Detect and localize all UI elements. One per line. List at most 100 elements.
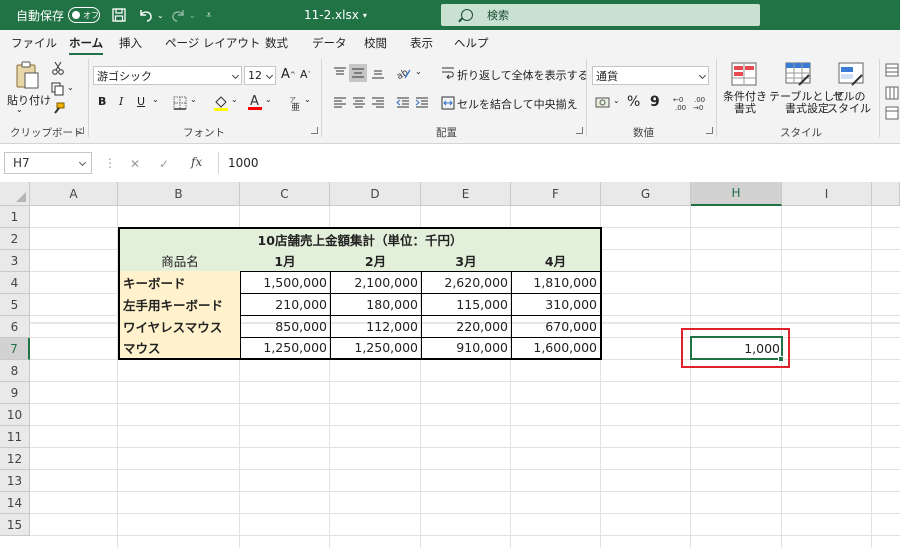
row-header-7[interactable]: 7 (0, 338, 30, 360)
table-header-cell[interactable]: 4月 (511, 249, 602, 272)
table-cell[interactable]: 1,810,000 (511, 271, 602, 294)
paste-button[interactable]: 貼り付け (7, 92, 51, 108)
align-right-icon[interactable] (371, 97, 385, 112)
column-header-d[interactable]: D (330, 182, 421, 206)
row-header-3[interactable]: 3 (0, 250, 30, 272)
paste-dropdown-icon[interactable]: ⌄ (16, 105, 23, 114)
row-header-5[interactable]: 5 (0, 294, 30, 316)
conditional-formatting-button[interactable]: 条件付き 書式 (723, 91, 767, 115)
tab-data[interactable]: データ (312, 35, 347, 51)
search-box[interactable]: 検索 (441, 4, 760, 26)
font-size-dropdown[interactable]: 12 (244, 66, 276, 85)
table-cell[interactable]: 850,000 (240, 315, 331, 338)
underline-button[interactable]: U (137, 95, 145, 108)
format-as-table-icon[interactable] (785, 62, 811, 89)
align-top-icon[interactable] (333, 67, 347, 82)
table-cell[interactable]: 670,000 (511, 315, 602, 338)
table-header-cell[interactable]: 3月 (421, 249, 512, 272)
row-header-11[interactable]: 11 (0, 426, 30, 448)
column-header-c[interactable]: C (240, 182, 330, 206)
worksheet-grid[interactable]: A B C D E F G H I 1 2 3 4 5 6 7 8 9 10 11 12 13 14 15 10店舗売上金額集計… (0, 182, 900, 548)
more-options-icon[interactable]: ⋮ (104, 156, 116, 170)
row-header-8[interactable]: 8 (0, 360, 30, 382)
decrease-font-size-icon[interactable]: Aˇ (300, 68, 311, 81)
table-cell[interactable]: 220,000 (421, 315, 512, 338)
decrease-indent-icon[interactable] (396, 97, 410, 112)
column-header-h[interactable]: H (691, 182, 782, 206)
table-cell[interactable]: 210,000 (240, 293, 331, 316)
clipboard-launcher-icon[interactable] (77, 127, 84, 134)
table-row-label[interactable]: マウス (118, 337, 241, 360)
column-header-g[interactable]: G (601, 182, 691, 206)
font-name-dropdown[interactable]: 游ゴシック (93, 66, 242, 85)
accounting-dropdown-icon[interactable]: ⌄ (613, 96, 620, 105)
borders-dropdown-icon[interactable]: ⌄ (190, 95, 197, 104)
italic-button[interactable]: I (119, 95, 123, 108)
align-bottom-icon[interactable] (371, 67, 385, 82)
tab-home[interactable]: ホーム (69, 35, 104, 56)
name-box[interactable]: H7 (4, 152, 92, 174)
save-icon[interactable] (112, 0, 126, 30)
column-header-a[interactable]: A (30, 182, 118, 206)
row-header-1[interactable]: 1 (0, 206, 30, 228)
format-cells-icon[interactable] (885, 106, 899, 123)
table-cell[interactable]: 310,000 (511, 293, 602, 316)
table-header-cell[interactable]: 1月 (240, 249, 331, 272)
wrap-text-button[interactable]: 折り返して全体を表示する (457, 67, 589, 83)
insert-function-button[interactable]: fx (191, 155, 202, 169)
table-cell[interactable]: 1,600,000 (511, 337, 602, 360)
paste-icon[interactable] (14, 61, 40, 92)
phonetic-dropdown-icon[interactable]: ⌄ (304, 95, 311, 104)
table-cell[interactable]: 2,620,000 (421, 271, 512, 294)
borders-icon[interactable] (173, 96, 187, 113)
table-row-label[interactable]: キーボード (118, 271, 241, 294)
row-header-10[interactable]: 10 (0, 404, 30, 426)
table-cell[interactable]: 2,100,000 (330, 271, 422, 294)
insert-cells-icon[interactable] (885, 63, 899, 80)
table-cell[interactable]: 112,000 (330, 315, 422, 338)
decrease-decimal-icon[interactable]: .00 →0 (693, 95, 709, 114)
alignment-launcher-icon[interactable] (576, 127, 583, 134)
number-format-dropdown[interactable]: 通貨 (592, 66, 709, 85)
phonetic-guide-icon[interactable]: ア亜 (288, 95, 302, 114)
tab-insert[interactable]: 挿入 (119, 35, 142, 51)
table-cell[interactable]: 180,000 (330, 293, 422, 316)
fill-color-dropdown-icon[interactable]: ⌄ (231, 95, 238, 104)
number-launcher-icon[interactable] (706, 127, 713, 134)
enter-icon[interactable]: ✓ (159, 157, 169, 171)
tab-help[interactable]: ヘルプ (454, 35, 489, 51)
redo-dropdown-icon[interactable]: ⌄ (189, 0, 196, 30)
merge-dropdown-icon[interactable]: ⌄ (567, 96, 574, 105)
row-header-15[interactable]: 15 (0, 514, 30, 536)
table-cell[interactable]: 1,250,000 (240, 337, 331, 360)
column-header-i[interactable]: I (782, 182, 872, 206)
row-header-4[interactable]: 4 (0, 272, 30, 294)
increase-decimal-icon[interactable]: ←0.00 (673, 95, 689, 114)
column-header-e[interactable]: E (421, 182, 511, 206)
undo-icon[interactable] (138, 0, 154, 30)
wrap-text-icon[interactable] (441, 67, 455, 82)
row-header-12[interactable]: 12 (0, 448, 30, 470)
cell-styles-button[interactable]: セルの スタイル (827, 91, 871, 115)
row-header-9[interactable]: 9 (0, 382, 30, 404)
delete-cells-icon[interactable] (885, 86, 899, 103)
tab-review[interactable]: 校閲 (364, 35, 387, 51)
increase-font-size-icon[interactable]: A ^ (281, 67, 296, 82)
customize-qat-icon[interactable]: ⩡ (206, 0, 212, 30)
copy-icon[interactable] (51, 82, 65, 99)
row-header-13[interactable]: 13 (0, 470, 30, 492)
row-header-2[interactable]: 2 (0, 228, 30, 250)
table-cell[interactable]: 910,000 (421, 337, 512, 360)
fill-color-icon[interactable] (213, 95, 229, 114)
tab-view[interactable]: 表示 (410, 35, 433, 51)
underline-dropdown-icon[interactable]: ⌄ (152, 95, 159, 104)
align-center-icon[interactable] (352, 97, 366, 112)
percent-button[interactable]: % (627, 94, 640, 110)
tab-formulas[interactable]: 数式 (265, 35, 288, 51)
font-launcher-icon[interactable] (311, 127, 318, 134)
table-header-cell[interactable]: 2月 (330, 249, 422, 272)
formula-input[interactable]: 1000 (228, 156, 259, 170)
font-color-dropdown-icon[interactable]: ⌄ (265, 95, 272, 104)
column-header-b[interactable]: B (118, 182, 240, 206)
table-header-cell[interactable]: 商品名 (118, 249, 241, 272)
